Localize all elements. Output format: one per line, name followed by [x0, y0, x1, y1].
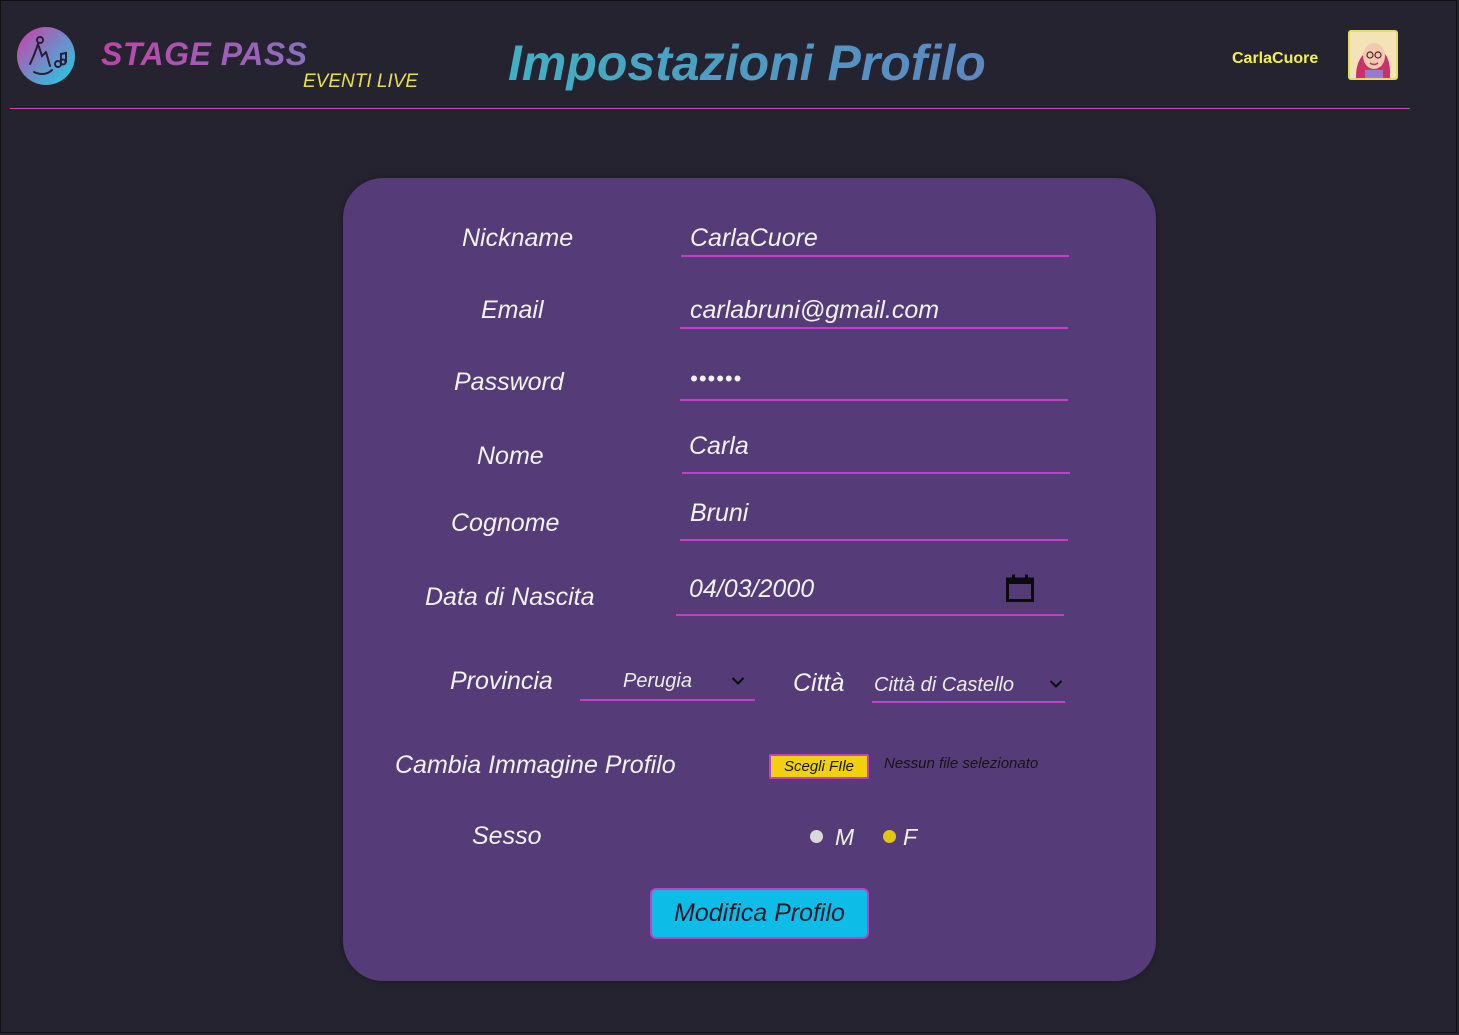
chevron-down-icon[interactable] — [731, 676, 745, 686]
nickname-input[interactable]: CarlaCuore — [690, 224, 818, 253]
radio-f[interactable] — [883, 830, 896, 843]
nome-underline — [682, 472, 1070, 474]
citta-label: Città — [793, 669, 845, 697]
header-divider — [10, 108, 1410, 109]
choose-file-button[interactable]: Scegli FIle — [769, 754, 869, 779]
citta-underline — [872, 701, 1065, 703]
immagine-label: Cambia Immagine Profilo — [395, 751, 676, 779]
radio-f-label[interactable]: F — [903, 824, 917, 851]
password-label: Password — [454, 368, 564, 396]
sesso-label: Sesso — [472, 822, 542, 850]
password-underline — [680, 399, 1068, 401]
nome-input[interactable]: Carla — [689, 432, 749, 461]
file-status-text: Nessun file selezionato — [884, 755, 1039, 772]
avatar-image — [1350, 32, 1396, 78]
music-hand-icon[interactable] — [16, 26, 76, 86]
calendar-icon[interactable] — [1006, 574, 1034, 602]
cognome-label: Cognome — [451, 509, 560, 537]
username-label[interactable]: CarlaCuore — [1232, 50, 1318, 68]
data-nascita-underline — [676, 614, 1064, 616]
nickname-label: Nickname — [462, 224, 574, 252]
password-input[interactable]: •••••• — [690, 366, 742, 392]
email-label: Email — [481, 296, 544, 324]
data-nascita-input[interactable]: 04/03/2000 — [689, 575, 814, 604]
radio-m-label[interactable]: M — [835, 824, 854, 851]
radio-m[interactable] — [810, 830, 823, 843]
data-nascita-label: Data di Nascita — [425, 583, 595, 611]
citta-select[interactable]: Città di Castello — [874, 674, 1014, 697]
brand-tagline: EVENTI LIVE — [303, 71, 419, 92]
provincia-select[interactable]: Perugia — [623, 670, 692, 693]
provincia-label: Provincia — [450, 667, 553, 695]
avatar[interactable] — [1348, 30, 1398, 80]
cognome-input[interactable]: Bruni — [690, 499, 748, 528]
email-input[interactable]: carlabruni@gmail.com — [690, 296, 939, 325]
provincia-underline — [580, 699, 755, 701]
nickname-underline — [681, 255, 1069, 257]
modifica-profilo-button[interactable]: Modifica Profilo — [650, 888, 869, 939]
cognome-underline — [680, 539, 1068, 541]
chevron-down-icon[interactable] — [1049, 679, 1063, 689]
nome-label: Nome — [477, 442, 544, 470]
page-title: Impostazioni Profilo — [508, 35, 986, 91]
brand-name[interactable]: STAGE PASS — [101, 36, 308, 73]
email-underline — [680, 327, 1068, 329]
